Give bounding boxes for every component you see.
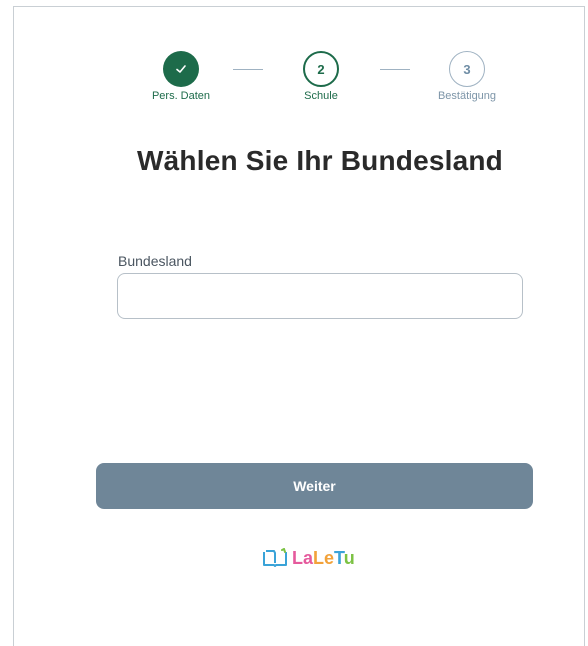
- state-field-label: Bundesland: [118, 253, 192, 269]
- logo-text-u: u: [343, 547, 355, 568]
- checkmark-icon: [176, 65, 186, 73]
- step-confirmation: 3 Bestätigung: [427, 51, 507, 102]
- next-button[interactable]: Weiter: [96, 463, 533, 509]
- step-3-label: Bestätigung: [437, 90, 497, 102]
- step-connector-2: [380, 69, 410, 70]
- logo-text-la: La: [292, 547, 314, 568]
- state-input[interactable]: [117, 273, 523, 319]
- page-title: Wählen Sie Ihr Bundesland: [137, 145, 503, 176]
- logo-text-le: Le: [313, 547, 335, 568]
- step-connector-1: [233, 69, 263, 70]
- logo-text: LaLeTu: [292, 548, 355, 569]
- step-3-circle: 3: [449, 51, 485, 87]
- laletu-logo: LaLeTu: [262, 543, 355, 573]
- step-1-circle: [163, 51, 199, 87]
- step-2-circle: 2: [303, 51, 339, 87]
- step-personal-data: Pers. Daten: [141, 51, 221, 102]
- open-book-icon: [263, 548, 287, 567]
- logo-text-t: T: [334, 547, 344, 568]
- step-2-label: Schule: [304, 90, 338, 102]
- step-school: 2 Schule: [281, 51, 361, 102]
- step-1-label: Pers. Daten: [151, 90, 211, 102]
